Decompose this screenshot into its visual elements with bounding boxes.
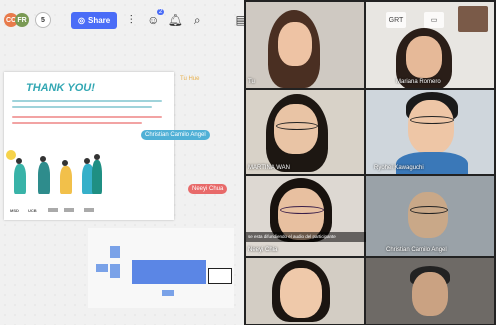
illustration-figure	[92, 160, 102, 194]
video-tile[interactable]: Tu	[246, 2, 364, 88]
record-button[interactable]: GRT	[386, 12, 406, 28]
search-icon[interactable]: ⌕	[189, 12, 205, 28]
logo	[84, 208, 94, 212]
globe-icon: ◎	[78, 15, 85, 25]
text-line	[12, 100, 162, 102]
share-button[interactable]: ◎ Share	[71, 11, 118, 29]
flowchart-node[interactable]	[110, 264, 120, 278]
settings-sliders-icon[interactable]: ⫶	[123, 12, 139, 28]
participant-face	[406, 36, 442, 78]
video-tile[interactable]: Christian Camilo Angel	[366, 176, 494, 256]
collaborator-cursor-label: Neeyi Chua	[188, 184, 228, 194]
notes-icon[interactable]: ▤	[233, 12, 244, 28]
text-line	[12, 106, 152, 108]
card-title: THANK YOU!	[26, 82, 95, 94]
video-tile[interactable]	[246, 258, 364, 324]
video-tile[interactable]: Neeyi Chia	[246, 176, 364, 256]
chat-message-overlay: se esta difundiendo el audio del partici…	[246, 232, 366, 242]
flowchart-frame[interactable]	[88, 228, 234, 308]
thank-you-card[interactable]: THANK YOU! MSD UCB	[4, 72, 174, 220]
flowchart-node[interactable]	[208, 268, 232, 284]
self-view-thumbnail[interactable]	[458, 6, 488, 32]
logo	[48, 208, 58, 212]
participant-name: Ryohei Kawaguchi	[374, 165, 424, 171]
avatar[interactable]: FR	[15, 13, 29, 27]
participant-face	[280, 268, 322, 318]
logo	[64, 208, 74, 212]
text-line	[12, 122, 142, 124]
video-tile[interactable]	[366, 258, 494, 324]
reactions-icon[interactable]: ☺ 2	[145, 9, 165, 28]
flowchart-node[interactable]	[162, 290, 174, 296]
video-tile[interactable]: Ryohei Kawaguchi	[366, 90, 494, 174]
chat-icon[interactable]: ▭	[424, 12, 444, 28]
video-tile[interactable]: GRT ▭ Mariana Romero	[366, 2, 494, 88]
flowchart-node[interactable]	[110, 246, 120, 258]
share-label: Share	[87, 15, 111, 25]
whiteboard-canvas[interactable]: CC FR 5 ◎ Share ⫶ ☺ 2 🔔︎ ⌕ ▤ THANK YOU! …	[0, 0, 244, 325]
glasses	[410, 206, 448, 214]
participant-name: Tu	[248, 79, 255, 85]
illustration-decoration	[6, 150, 16, 160]
video-tile[interactable]: MARTINA WAN	[246, 90, 364, 174]
participant-face	[408, 192, 448, 238]
glasses	[276, 122, 318, 130]
illustration-figure	[38, 162, 50, 194]
avatar-count[interactable]: 5	[35, 12, 51, 28]
glasses	[410, 116, 454, 124]
flowchart-node[interactable]	[96, 264, 108, 272]
participant-name: Mariana Romero	[396, 79, 441, 85]
participant-name: Neeyi Chia	[248, 247, 278, 253]
collaborator-cursor-label: Christian Camilo Angel	[141, 130, 210, 140]
participant-face	[412, 272, 448, 316]
video-call-grid: Tu GRT ▭ Mariana Romero MARTINA WAN Ryoh…	[244, 0, 496, 325]
bell-icon[interactable]: 🔔︎	[167, 12, 183, 28]
glasses	[280, 206, 324, 214]
participant-name: MARTINA WAN	[248, 165, 291, 171]
participant-face	[278, 22, 312, 66]
participant-face	[408, 100, 454, 154]
logo-ucb: UCB	[28, 208, 37, 213]
illustration-figure	[14, 164, 26, 194]
flowchart-node[interactable]	[132, 260, 206, 284]
text-line	[12, 116, 162, 118]
participant-name: Christian Camilo Angel	[386, 247, 447, 253]
illustration-figure	[60, 166, 72, 194]
logo-msd: MSD	[10, 208, 19, 213]
notification-badge: 2	[156, 9, 165, 15]
collaborator-cursor-label: Tu Hue	[180, 76, 200, 82]
board-toolbar: CC FR 5 ◎ Share ⫶ ☺ 2 🔔︎ ⌕ ▤	[4, 8, 244, 32]
